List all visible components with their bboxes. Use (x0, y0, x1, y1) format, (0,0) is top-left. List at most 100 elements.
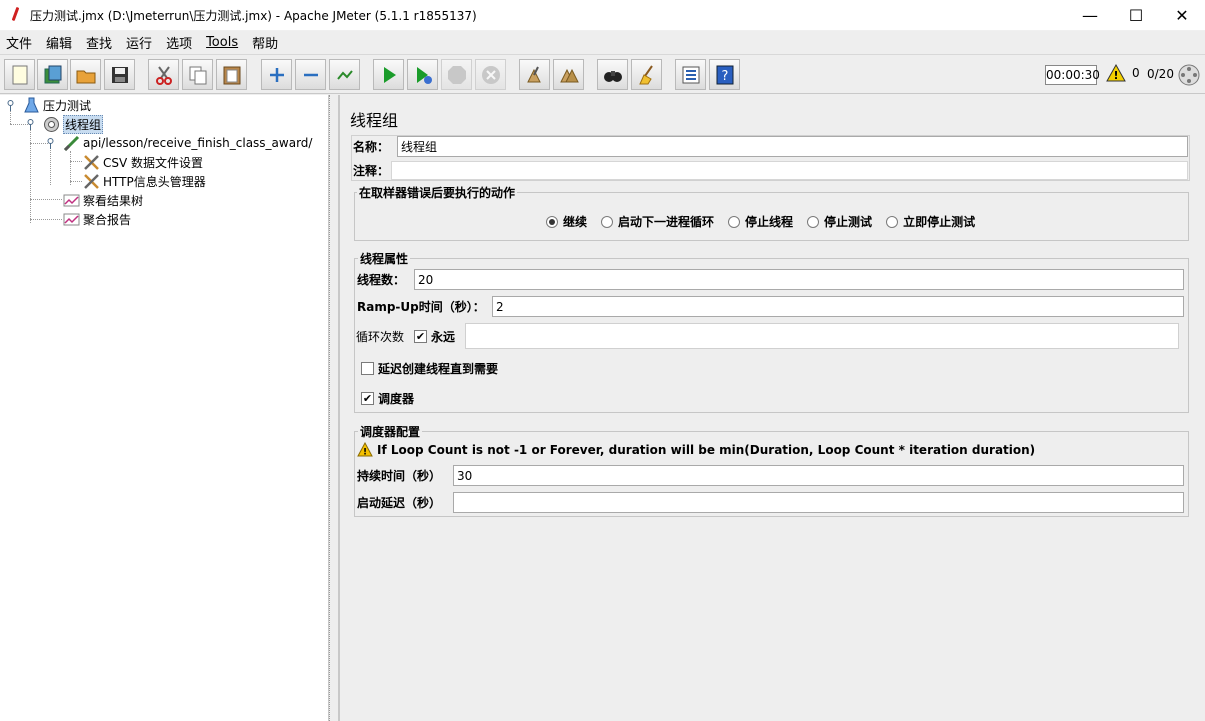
svg-text:?: ? (721, 69, 728, 84)
toggle-button[interactable] (329, 59, 360, 90)
tree-node-label: api/lesson/receive_finish_class_award/ (83, 136, 313, 150)
radio-continue[interactable]: 继续 (546, 213, 587, 230)
scheduler-checkbox[interactable]: ✔ (361, 392, 374, 405)
start-no-pauses-button[interactable] (407, 59, 438, 90)
loop-count-input[interactable] (465, 323, 1180, 349)
startup-delay-input[interactable] (453, 492, 1184, 513)
name-input[interactable] (397, 136, 1188, 157)
toggle-icon (336, 69, 353, 80)
stop-button[interactable] (441, 59, 472, 90)
window-title: 压力测试.jmx (D:\Jmeterrun\压力测试.jmx) - Apach… (30, 8, 477, 23)
cut-button[interactable] (148, 59, 179, 90)
reset-search-button[interactable] (631, 59, 662, 90)
collapse-all-button[interactable] (295, 59, 326, 90)
tree-node-label: HTTP信息头管理器 (103, 174, 206, 189)
tree-node-csv-config[interactable]: CSV 数据文件设置 (82, 153, 203, 171)
tree-expand-toggle[interactable] (26, 119, 35, 131)
radio-button (886, 215, 899, 228)
radio-stop-test-now[interactable]: 立即停止测试 (886, 213, 975, 230)
help-button[interactable]: ? (709, 59, 740, 90)
start-no-pause-icon (416, 66, 432, 84)
title-bar: 压力测试.jmx (D:\Jmeterrun\压力测试.jmx) - Apach… (0, 0, 1205, 31)
maximize-button[interactable]: ☐ (1113, 0, 1159, 31)
menu-file[interactable]: 文件 (6, 33, 32, 52)
scheduler-warning: ! If Loop Count is not -1 or Forever, du… (357, 442, 1035, 457)
new-button[interactable] (4, 59, 35, 90)
radio-stop-thread[interactable]: 停止线程 (728, 213, 793, 230)
radio-button (728, 215, 741, 228)
tree-node-thread-group[interactable]: 线程组 (42, 114, 104, 134)
menu-search[interactable]: 查找 (86, 33, 112, 52)
function-helper-button[interactable] (675, 59, 706, 90)
clear-all-icon (559, 68, 579, 82)
delay-thread-checkbox[interactable] (361, 362, 374, 375)
duration-label: 持续时间（秒） (357, 469, 442, 483)
menu-run[interactable]: 运行 (126, 33, 152, 52)
menu-help[interactable]: 帮助 (252, 33, 278, 52)
radio-label: 停止线程 (745, 215, 794, 229)
start-icon (383, 66, 396, 83)
warning-text: If Loop Count is not -1 or Forever, dura… (377, 442, 1036, 457)
name-label: 名称： (353, 140, 390, 154)
close-button[interactable]: ✕ (1159, 0, 1205, 31)
tree-expand-toggle[interactable] (46, 138, 55, 150)
scheduler-option[interactable]: ✔ 调度器 (361, 390, 414, 407)
radio-label: 立即停止测试 (903, 215, 976, 229)
config-element-icon (83, 154, 99, 170)
open-button[interactable] (70, 59, 101, 90)
search-button[interactable] (597, 59, 628, 90)
radio-button-selected (546, 215, 558, 228)
tree-node-test-plan[interactable]: 压力测试 (22, 96, 91, 114)
pane-splitter[interactable] (329, 95, 339, 721)
warning-icon: ! (357, 442, 373, 457)
tree-node-label: CSV 数据文件设置 (103, 155, 204, 170)
menu-options[interactable]: 选项 (166, 33, 192, 52)
tree-node-label: 压力测试 (43, 98, 92, 113)
paste-button[interactable] (216, 59, 247, 90)
radio-stop-test[interactable]: 停止测试 (807, 213, 872, 230)
scheduler-label: 调度器 (378, 392, 415, 406)
thread-count-input[interactable] (414, 269, 1184, 290)
run-status-icon (1178, 64, 1200, 86)
tree-node-header-manager[interactable]: HTTP信息头管理器 (82, 172, 206, 190)
radio-button (601, 215, 614, 228)
warning-icon: ! (1106, 64, 1126, 82)
tree-expand-toggle[interactable] (6, 100, 15, 112)
error-warning-indicator[interactable]: ! 0 (1106, 64, 1140, 82)
startup-delay-label: 启动延迟（秒） (357, 496, 442, 510)
clear-button[interactable] (519, 59, 550, 90)
comment-label: 注释： (353, 164, 390, 178)
menu-edit[interactable]: 编辑 (46, 33, 72, 52)
expand-all-button[interactable] (261, 59, 292, 90)
radio-button (807, 215, 820, 228)
elapsed-timer: 00:00:30 (1045, 65, 1100, 85)
delay-thread-creation-option[interactable]: 延迟创建线程直到需要 (361, 360, 498, 377)
minimize-button[interactable]: — (1067, 0, 1113, 31)
shutdown-button[interactable] (475, 59, 506, 90)
templates-icon (44, 65, 61, 83)
radio-label: 启动下一进程循环 (618, 215, 715, 229)
rampup-input[interactable] (492, 296, 1184, 317)
tree-connector (30, 127, 31, 223)
templates-button[interactable] (37, 59, 68, 90)
copy-button[interactable] (182, 59, 213, 90)
svg-text:!: ! (1113, 69, 1118, 82)
comment-input[interactable] (391, 161, 1188, 180)
radio-start-next-loop[interactable]: 启动下一进程循环 (601, 213, 714, 230)
tree-connector (70, 181, 82, 182)
save-icon (111, 66, 128, 83)
active-thread-count: 0/20 (1147, 67, 1174, 81)
tree-node-aggregate-report[interactable]: 聚合报告 (62, 210, 131, 228)
forever-label: 永远 (431, 329, 456, 344)
tree-node-label: 线程组 (63, 114, 104, 134)
save-button[interactable] (104, 59, 135, 90)
start-button[interactable] (373, 59, 404, 90)
new-icon (12, 65, 27, 84)
tree-node-http-sampler[interactable]: api/lesson/receive_finish_class_award/ (62, 134, 312, 152)
clear-all-button[interactable] (553, 59, 584, 90)
menu-tools[interactable]: Tools (206, 35, 238, 50)
tree-node-view-results-tree[interactable]: 察看结果树 (62, 191, 143, 209)
rampup-label: Ramp-Up时间（秒）： (357, 300, 485, 314)
duration-input[interactable] (453, 465, 1184, 486)
forever-checkbox[interactable]: ✔ (414, 329, 428, 343)
